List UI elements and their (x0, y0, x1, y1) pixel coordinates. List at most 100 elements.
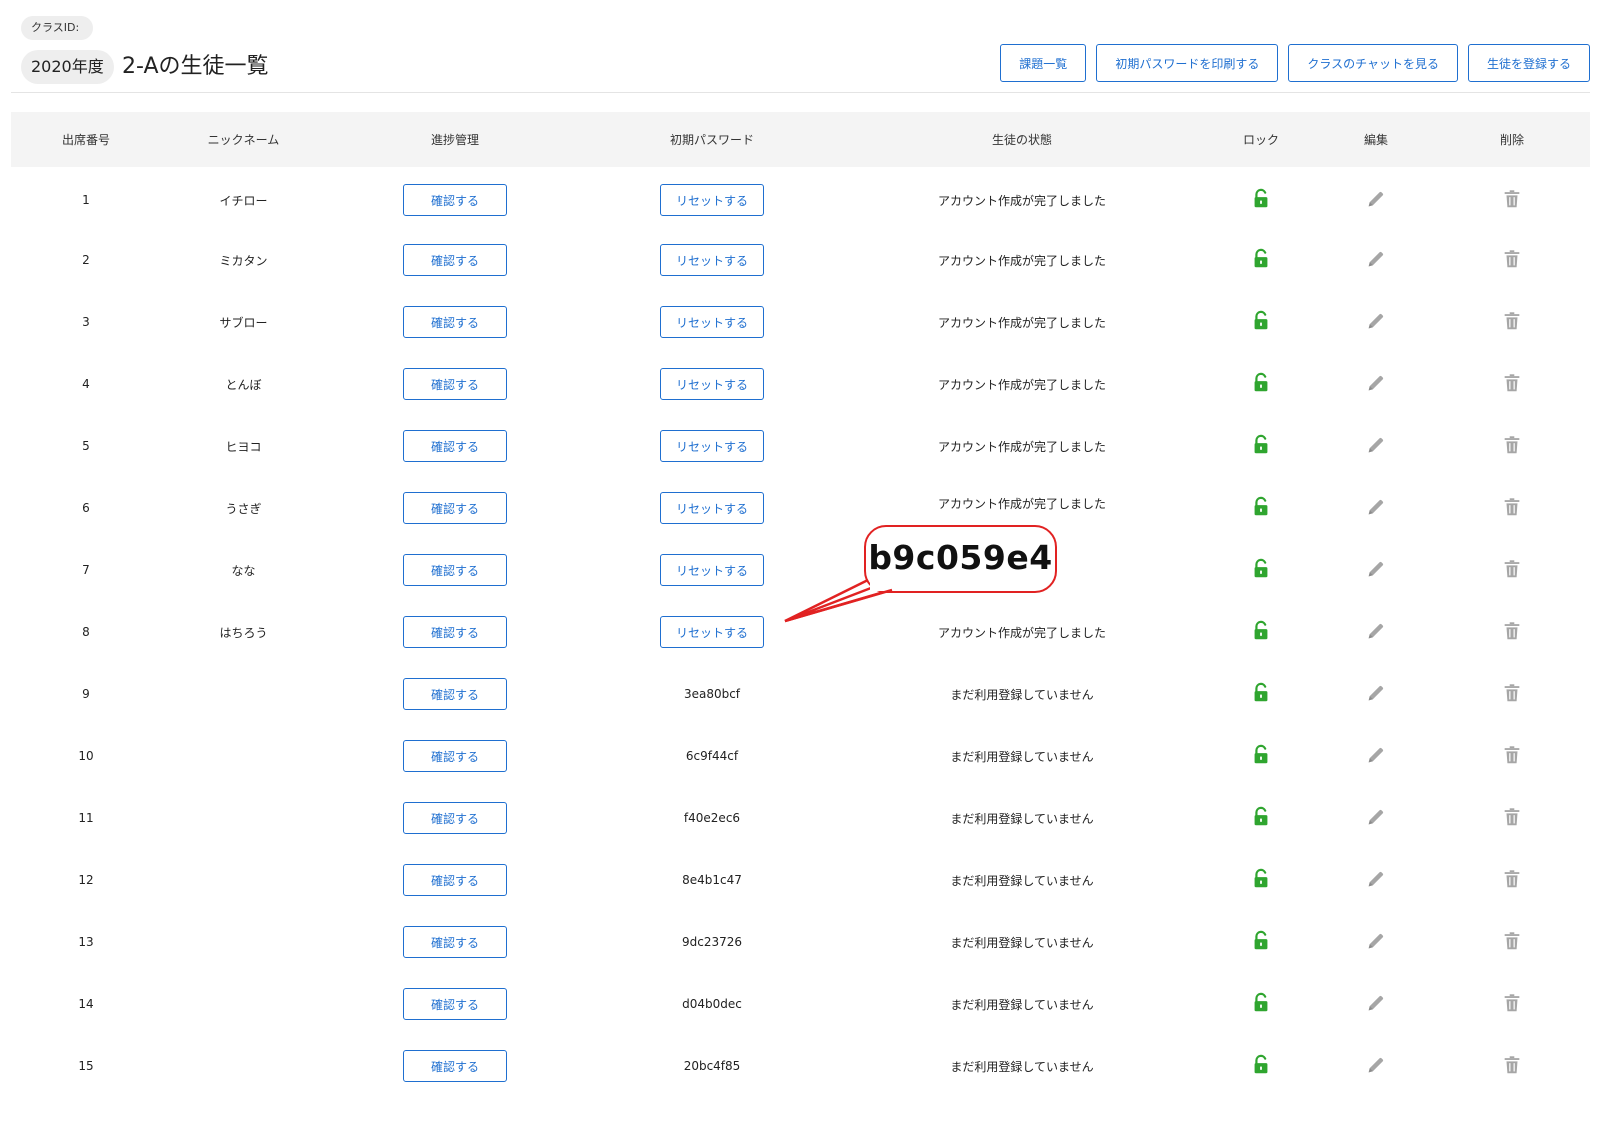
class-chat-button[interactable]: クラスのチャットを見る (1288, 44, 1458, 82)
unlocked-padlock-icon[interactable] (1250, 434, 1272, 456)
trash-icon[interactable] (1501, 744, 1523, 766)
view-progress-button[interactable]: 確認する (403, 244, 507, 276)
unlocked-padlock-icon[interactable] (1250, 930, 1272, 952)
view-progress-button[interactable]: 確認する (403, 988, 507, 1020)
pencil-icon[interactable] (1365, 930, 1387, 952)
view-progress-button[interactable]: 確認する (403, 430, 507, 462)
student-nickname (161, 849, 326, 911)
unlocked-padlock-icon[interactable] (1250, 558, 1272, 580)
pencil-icon[interactable] (1365, 558, 1387, 580)
unlocked-padlock-icon[interactable] (1250, 682, 1272, 704)
student-status: アカウント作成が完了しました (937, 315, 1106, 330)
pencil-icon[interactable] (1365, 496, 1387, 518)
trash-icon[interactable] (1501, 930, 1523, 952)
unlocked-padlock-icon[interactable] (1250, 248, 1272, 270)
unlocked-padlock-icon[interactable] (1250, 868, 1272, 890)
student-nickname: うさぎ (225, 501, 262, 516)
pencil-icon[interactable] (1365, 682, 1387, 704)
reset-password-button[interactable]: リセットする (660, 306, 764, 338)
view-progress-button[interactable]: 確認する (403, 864, 507, 896)
view-progress-button[interactable]: 確認する (403, 492, 507, 524)
attendance-number: 9 (82, 687, 90, 701)
trash-icon[interactable] (1501, 310, 1523, 332)
pencil-icon[interactable] (1365, 620, 1387, 642)
view-progress-button[interactable]: 確認する (403, 740, 507, 772)
unlocked-padlock-icon[interactable] (1250, 372, 1272, 394)
pencil-icon[interactable] (1365, 310, 1387, 332)
student-nickname (161, 973, 326, 1035)
unlocked-padlock-icon[interactable] (1250, 310, 1272, 332)
student-status: まだ利用登録していません (950, 1059, 1094, 1074)
pencil-icon[interactable] (1365, 248, 1387, 270)
reset-password-button[interactable]: リセットする (660, 430, 764, 462)
trash-icon[interactable] (1501, 558, 1523, 580)
student-status: まだ利用登録していません (950, 749, 1094, 764)
pencil-icon[interactable] (1365, 806, 1387, 828)
trash-icon[interactable] (1501, 992, 1523, 1014)
initial-password: d04b0dec (682, 997, 742, 1011)
view-progress-button[interactable]: 確認する (403, 616, 507, 648)
view-progress-button[interactable]: 確認する (403, 184, 507, 216)
trash-icon[interactable] (1501, 372, 1523, 394)
pencil-icon[interactable] (1365, 992, 1387, 1014)
initial-password: 9dc23726 (681, 935, 743, 949)
table-row: 4 とんぼ 確認する リセットする アカウント作成が完了しました (11, 353, 1590, 415)
trash-icon[interactable] (1501, 496, 1523, 518)
attendance-number: 3 (82, 315, 90, 329)
table-row: 13 確認する 9dc23726 まだ利用登録していません (11, 911, 1590, 973)
trash-icon[interactable] (1501, 1054, 1523, 1076)
reset-password-button[interactable]: リセットする (660, 554, 764, 586)
student-status: アカウント作成が完了しました (937, 253, 1106, 268)
reset-password-button[interactable]: リセットする (660, 184, 764, 216)
trash-icon[interactable] (1501, 188, 1523, 210)
pencil-icon[interactable] (1365, 372, 1387, 394)
reset-password-button[interactable]: リセットする (660, 616, 764, 648)
register-students-button[interactable]: 生徒を登録する (1467, 44, 1590, 82)
view-progress-button[interactable]: 確認する (403, 306, 507, 338)
header-nickname: ニックネーム (207, 133, 280, 147)
trash-icon[interactable] (1501, 620, 1523, 642)
pencil-icon[interactable] (1365, 1054, 1387, 1076)
trash-icon[interactable] (1501, 434, 1523, 456)
view-progress-button[interactable]: 確認する (403, 554, 507, 586)
view-progress-button[interactable]: 確認する (403, 1050, 507, 1082)
reset-password-button[interactable]: リセットする (660, 492, 764, 524)
student-nickname: イチロー (219, 193, 268, 208)
unlocked-padlock-icon[interactable] (1250, 1054, 1272, 1076)
unlocked-padlock-icon[interactable] (1250, 620, 1272, 642)
initial-password: 20bc4f85 (683, 1059, 741, 1073)
attendance-number: 1 (82, 193, 90, 207)
attendance-number: 13 (78, 935, 94, 949)
unlocked-padlock-icon[interactable] (1250, 992, 1272, 1014)
trash-icon[interactable] (1501, 806, 1523, 828)
assignments-button[interactable]: 課題一覧 (1000, 44, 1087, 82)
reset-password-button[interactable]: リセットする (660, 368, 764, 400)
view-progress-button[interactable]: 確認する (403, 368, 507, 400)
pencil-icon[interactable] (1365, 868, 1387, 890)
unlocked-padlock-icon[interactable] (1250, 806, 1272, 828)
trash-icon[interactable] (1501, 248, 1523, 270)
trash-icon[interactable] (1501, 868, 1523, 890)
pencil-icon[interactable] (1365, 434, 1387, 456)
trash-icon[interactable] (1501, 682, 1523, 704)
student-nickname: とんぼ (225, 377, 262, 392)
reset-password-button[interactable]: リセットする (660, 244, 764, 276)
attendance-number: 10 (78, 749, 94, 763)
unlocked-padlock-icon[interactable] (1250, 744, 1272, 766)
initial-password: 8e4b1c47 (682, 873, 742, 887)
header-divider (11, 92, 1590, 93)
table-row: 3 サブロー 確認する リセットする アカウント作成が完了しました (11, 291, 1590, 353)
student-nickname: ミカタン (219, 253, 268, 268)
initial-password: 3ea80bcf (683, 687, 741, 701)
view-progress-button[interactable]: 確認する (403, 926, 507, 958)
view-progress-button[interactable]: 確認する (403, 678, 507, 710)
table-row: 8 はちろう 確認する リセットする アカウント作成が完了しました (11, 601, 1590, 663)
print-passwords-button[interactable]: 初期パスワードを印刷する (1096, 44, 1279, 82)
unlocked-padlock-icon[interactable] (1250, 496, 1272, 518)
pencil-icon[interactable] (1365, 744, 1387, 766)
attendance-number: 4 (82, 377, 90, 391)
unlocked-padlock-icon[interactable] (1250, 188, 1272, 210)
view-progress-button[interactable]: 確認する (403, 802, 507, 834)
attendance-number: 15 (78, 1059, 94, 1073)
pencil-icon[interactable] (1365, 188, 1387, 210)
